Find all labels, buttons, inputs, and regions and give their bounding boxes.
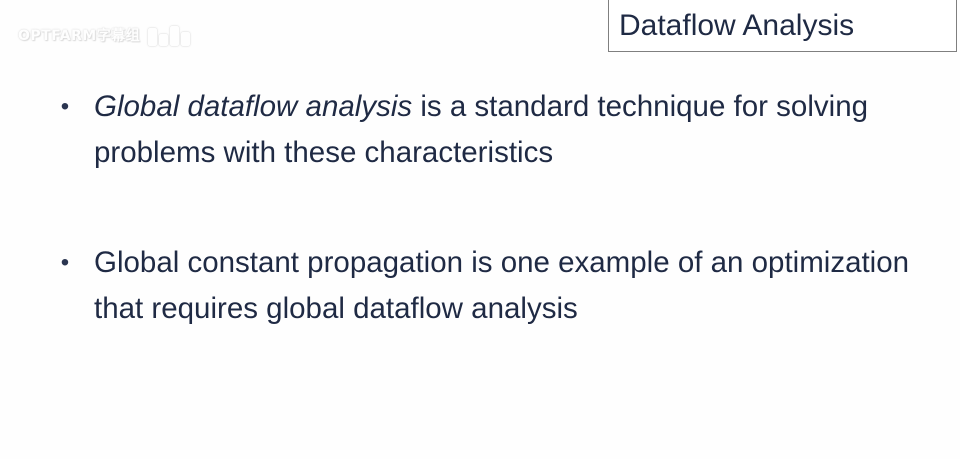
title-box: Dataflow Analysis <box>608 0 957 52</box>
bullet-text: Global constant propagation is one examp… <box>94 246 910 325</box>
bullet-marker: • <box>60 249 70 276</box>
watermark: OPTFARM字幕组 <box>18 20 191 50</box>
bullet-emphasis: Global dataflow analysis <box>94 90 413 123</box>
bullet-item: • Global dataflow analysis is a standard… <box>58 84 938 176</box>
slide-title: Dataflow Analysis <box>619 8 855 42</box>
bullet-list: • Global dataflow analysis is a standard… <box>58 84 938 332</box>
bullet-marker: • <box>60 93 70 120</box>
watermark-logo-icon <box>148 24 191 46</box>
slide: OPTFARM字幕组 Dataflow Analysis • Global da… <box>0 0 960 459</box>
watermark-text: OPTFARM字幕组 <box>18 28 141 44</box>
bullet-item: • Global constant propagation is one exa… <box>58 240 938 332</box>
